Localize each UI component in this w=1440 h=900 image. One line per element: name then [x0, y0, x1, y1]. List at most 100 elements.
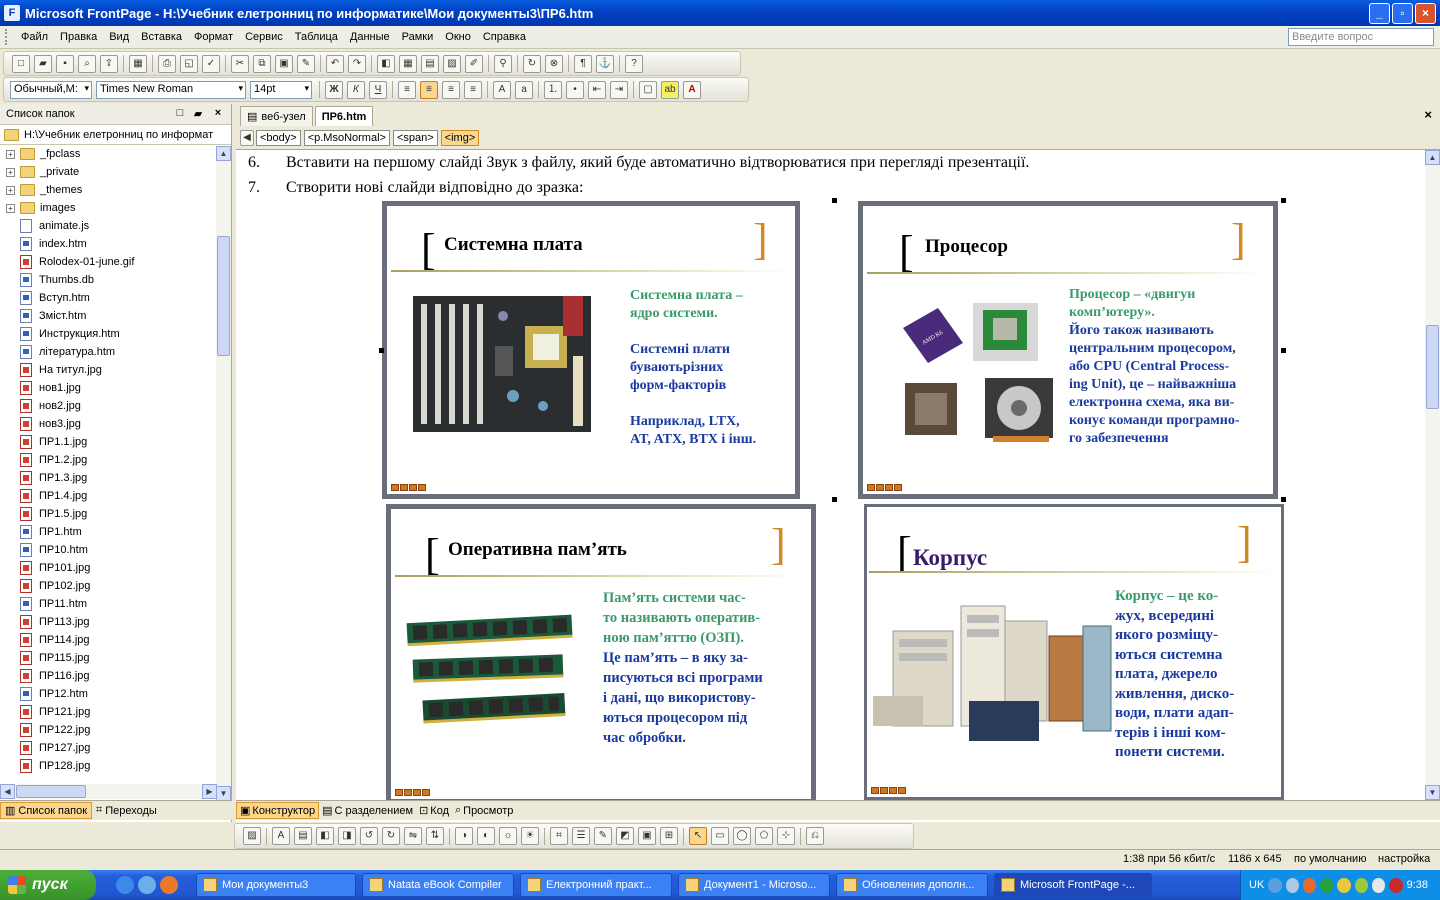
utility-icon[interactable] — [1320, 877, 1334, 893]
close-icon[interactable]: × — [211, 107, 225, 121]
insert-picture-icon[interactable]: ▨ — [443, 54, 461, 73]
folder-tree-hscrollbar[interactable]: ◀ ▶ — [0, 784, 217, 799]
taskbar-button[interactable]: Natata eBook Compiler — [362, 873, 514, 897]
toolbar-grip[interactable] — [5, 29, 9, 45]
new-page-icon[interactable]: □ — [173, 107, 187, 121]
close-document-icon[interactable]: × — [1424, 107, 1432, 122]
folder-tree-scrollbar[interactable]: ▲ ▼ — [216, 146, 231, 801]
speaker-icon[interactable] — [1371, 877, 1386, 893]
insert-layer-icon[interactable]: ◧ — [377, 54, 395, 73]
menu-item[interactable]: Окно — [439, 31, 477, 43]
file-item[interactable]: ПР1.htm — [0, 523, 217, 541]
folder-item[interactable]: + _themes — [0, 181, 217, 199]
print-icon[interactable]: ⎙ — [158, 54, 176, 73]
custom-mode[interactable]: настройка — [1378, 853, 1430, 865]
italic-icon[interactable]: К — [347, 80, 365, 99]
text-icon[interactable]: A — [272, 827, 290, 845]
align-right-icon[interactable]: ≡ — [442, 80, 460, 99]
new-folder-icon[interactable]: ▰ — [191, 107, 205, 121]
menu-item[interactable]: Рамки — [396, 31, 440, 43]
page-content[interactable]: 6. Вставити на першому слайді Звук з файл… — [236, 150, 1425, 800]
copy-icon[interactable]: ⧉ — [253, 54, 271, 73]
file-item[interactable]: ПР1.2.jpg — [0, 451, 217, 469]
transparent-color-icon[interactable]: ✎ — [594, 827, 612, 845]
file-item[interactable]: ПР1.5.jpg — [0, 505, 217, 523]
scroll-down-arrow[interactable]: ▼ — [1425, 785, 1440, 800]
increase-font-icon[interactable]: A — [493, 80, 511, 99]
file-item[interactable]: ПР11.htm — [0, 595, 217, 613]
crop-icon[interactable]: ⌗ — [550, 827, 568, 845]
tag-p[interactable]: <p.MsoNormal> — [303, 129, 390, 146]
rotate-left-icon[interactable]: ↺ — [360, 827, 378, 845]
web-component-icon[interactable]: ▦ — [129, 54, 147, 73]
file-item[interactable]: ПР113.jpg — [0, 613, 217, 631]
scroll-thumb[interactable] — [217, 236, 230, 356]
tag-back-arrow-icon[interactable]: ◀ — [240, 129, 254, 146]
hscroll-thumb[interactable] — [16, 785, 86, 798]
scroll-thumb[interactable] — [1426, 325, 1439, 409]
menu-item[interactable]: Вставка — [135, 31, 188, 43]
tab-website[interactable]: ▤ веб-узел — [240, 106, 313, 126]
file-item[interactable]: ПР101.jpg — [0, 559, 217, 577]
insert-picture-icon[interactable]: ▨ — [243, 827, 261, 845]
more-contrast-icon[interactable]: ◑ — [455, 827, 473, 845]
expand-icon[interactable]: + — [6, 167, 15, 177]
start-button[interactable]: пуск — [0, 870, 96, 900]
drawing-icon[interactable]: ✐ — [465, 54, 483, 73]
color-icon[interactable]: ◩ — [616, 827, 634, 845]
network-icon[interactable] — [1285, 877, 1299, 893]
paragraph-7[interactable]: 7. Створити нові слайди відповідно до зра… — [248, 179, 583, 197]
file-item[interactable]: ПР127.jpg — [0, 739, 217, 757]
tag-body[interactable]: <body> — [256, 129, 301, 146]
file-item[interactable]: index.htm — [0, 235, 217, 253]
menu-item[interactable]: Файл — [15, 31, 54, 43]
cut-icon[interactable]: ✂ — [231, 54, 249, 73]
font-color-icon[interactable]: A — [683, 80, 701, 99]
default-mode[interactable]: по умолчанию — [1294, 853, 1366, 865]
file-item[interactable]: ПР1.4.jpg — [0, 487, 217, 505]
scroll-up-arrow[interactable]: ▲ — [1425, 150, 1440, 165]
menu-item[interactable]: Сервис — [239, 31, 289, 43]
align-center-icon[interactable]: ≡ — [420, 80, 438, 99]
style-combo[interactable]: Обычный,М: — [10, 80, 92, 99]
file-item[interactable]: На титул.jpg — [0, 361, 217, 379]
update-icon[interactable] — [1337, 877, 1351, 893]
slide-ram[interactable]: [ ] Оперативна пам’ять Пам’ять системи ч… — [386, 504, 816, 800]
folder-item[interactable]: + _fpclass — [0, 145, 217, 163]
tab-pr6[interactable]: ПР6.htm — [314, 106, 374, 126]
menu-item[interactable]: Данные — [344, 31, 396, 43]
language-indicator[interactable]: UK — [1249, 879, 1264, 891]
root-folder[interactable]: H:\Учебник елетронниц по информат — [0, 125, 231, 145]
publish-icon[interactable]: ⇪ — [100, 54, 118, 73]
ellipse-icon[interactable]: ◯ — [733, 827, 751, 845]
outlook-icon[interactable] — [138, 876, 156, 894]
scroll-down-arrow[interactable]: ▼ — [216, 786, 231, 801]
underline-icon[interactable]: Ч — [369, 80, 387, 99]
tag-img[interactable]: <img> — [440, 129, 480, 146]
expand-icon[interactable]: + — [6, 149, 15, 159]
file-item[interactable]: ПР114.jpg — [0, 631, 217, 649]
preview-icon[interactable]: ◱ — [180, 54, 198, 73]
folder-item[interactable]: + images — [0, 199, 217, 217]
paragraph-6[interactable]: 6. Вставити на першому слайді Звук з файл… — [248, 154, 1029, 172]
restore-icon[interactable]: ⎌ — [806, 827, 824, 845]
file-item[interactable]: Rolodex-01-june.gif — [0, 253, 217, 271]
textbox-icon[interactable]: ▤ — [294, 827, 312, 845]
menu-item[interactable]: Таблица — [289, 31, 344, 43]
line-style-icon[interactable]: ☰ — [572, 827, 590, 845]
taskbar-button[interactable]: Електронний практ... — [520, 873, 672, 897]
file-item[interactable]: ПР121.jpg — [0, 703, 217, 721]
menu-item[interactable]: Вид — [103, 31, 135, 43]
bring-front-icon[interactable]: ◧ — [316, 827, 334, 845]
redo-icon[interactable]: ↷ — [348, 54, 366, 73]
file-item[interactable]: ПР122.jpg — [0, 721, 217, 739]
insert-table-icon[interactable]: ▦ — [399, 54, 417, 73]
taskbar-button[interactable]: Обновления дополн... — [836, 873, 988, 897]
hotspot-icon[interactable]: ⊹ — [777, 827, 795, 845]
file-item[interactable]: нов1.jpg — [0, 379, 217, 397]
justify-icon[interactable]: ≡ — [464, 80, 482, 99]
tag-span[interactable]: <span> — [392, 129, 438, 146]
size-combo[interactable]: 14pt — [250, 80, 312, 99]
menu-item[interactable]: Формат — [188, 31, 239, 43]
folder-item[interactable]: + _private — [0, 163, 217, 181]
